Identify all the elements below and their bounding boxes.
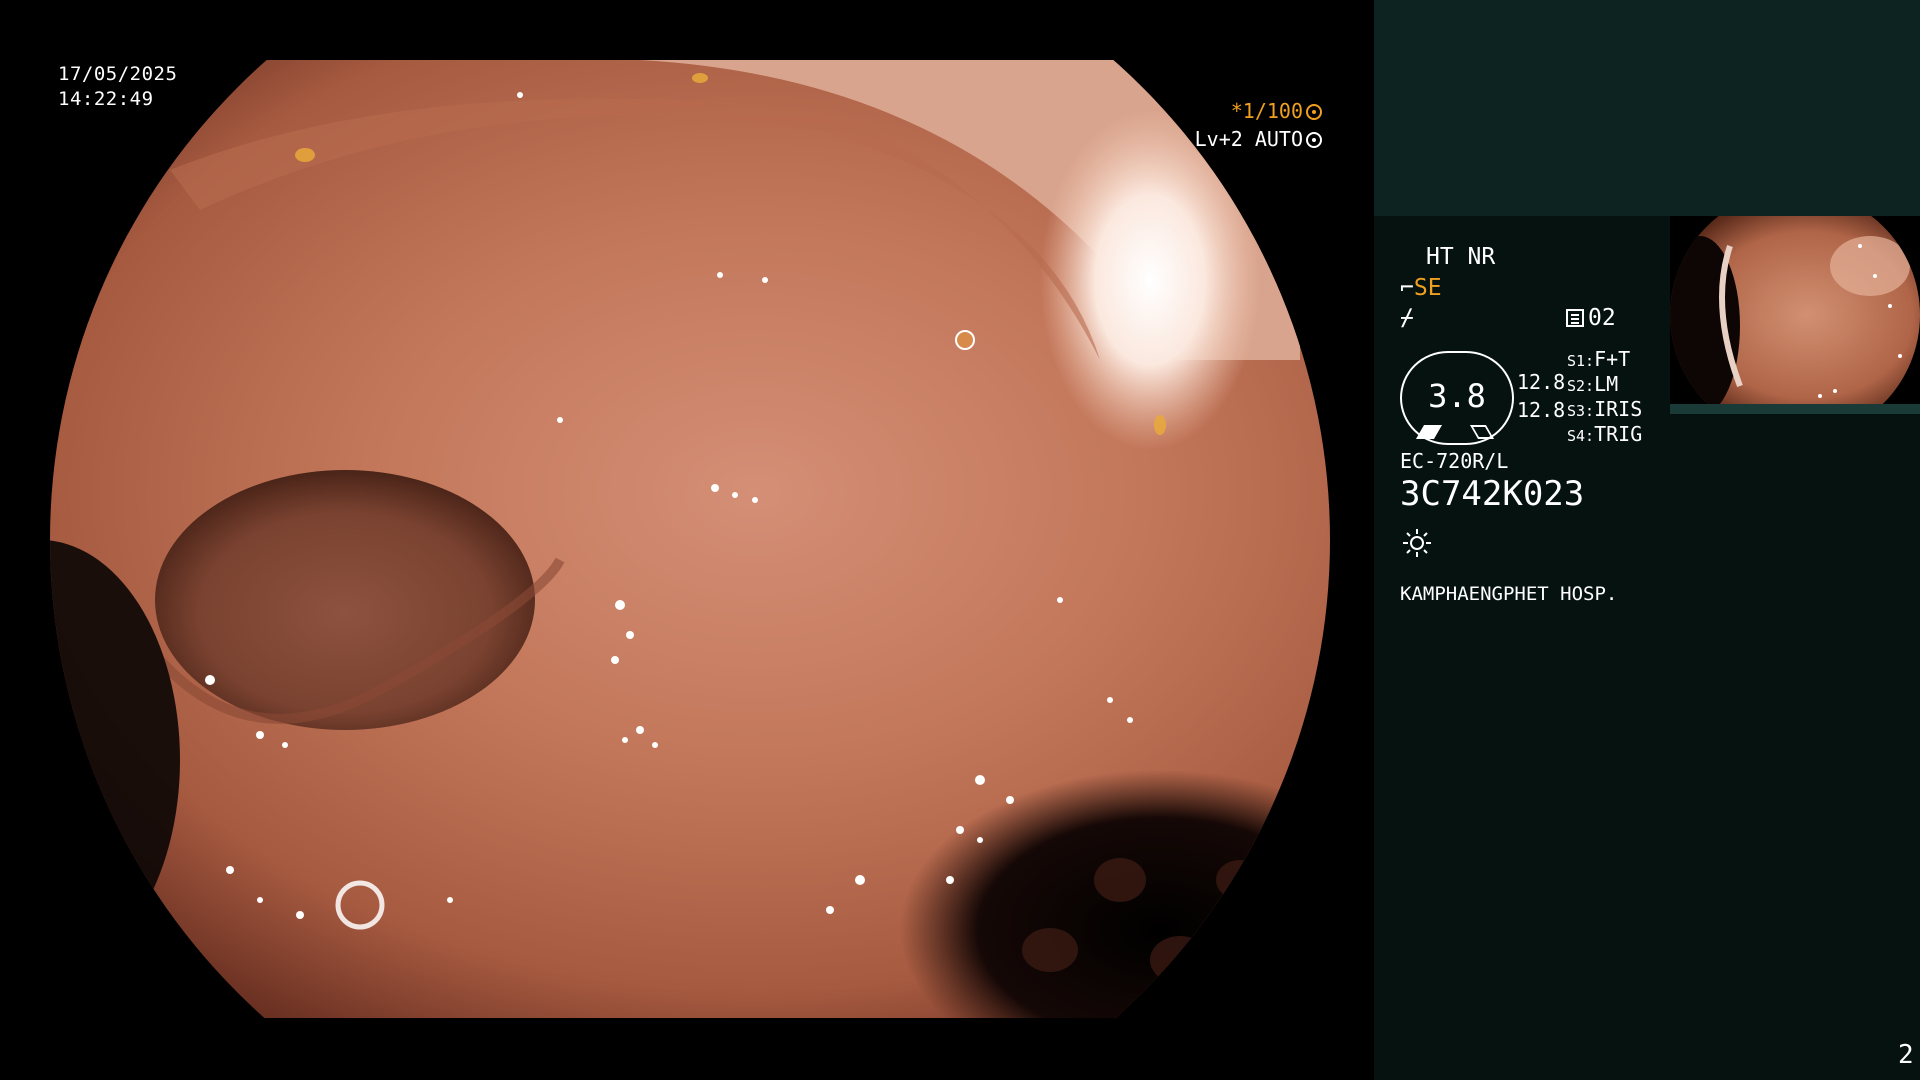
scope-model: EC-720R/L xyxy=(1400,449,1509,473)
switch-s1: S1:F+T xyxy=(1567,347,1630,371)
light-level-value: Lv+2 AUTO xyxy=(1194,127,1303,151)
switch-key: S4: xyxy=(1567,427,1595,445)
se-label: SE xyxy=(1413,275,1442,301)
enhancement-indicator: ⌿ xyxy=(1400,305,1414,331)
record-count-value: 02 xyxy=(1588,305,1616,331)
magnification-indicator: 3.8 xyxy=(1400,351,1514,445)
switch-value: TRIG xyxy=(1594,422,1643,446)
magnification-value: 3.8 xyxy=(1428,377,1486,415)
switch-s4: S4:TRIG xyxy=(1567,422,1642,446)
record-list-icon xyxy=(1566,309,1584,327)
switch-value: IRIS xyxy=(1594,397,1643,421)
switch-s2: S2:LM xyxy=(1567,372,1618,396)
light-level: Lv+2 AUTO xyxy=(1195,127,1322,151)
thumbnail-image[interactable] xyxy=(1670,216,1920,414)
magnification-marker-outline xyxy=(1469,425,1495,439)
shutter-speed: *1/100 xyxy=(1231,99,1322,123)
target-icon xyxy=(1306,132,1322,148)
thumbnail-graphic xyxy=(1670,216,1920,414)
ht-nr-label: HT NR xyxy=(1426,244,1496,270)
shutter-speed-value: *1/100 xyxy=(1230,99,1303,123)
endoscopic-image xyxy=(50,0,1330,1080)
switch-key: S3: xyxy=(1567,402,1595,420)
hospital-name: KAMPHAENGPHET HOSP. xyxy=(1400,583,1618,605)
value-1: 12.8 xyxy=(1517,370,1566,394)
time-display: 14:22:49 xyxy=(58,88,154,110)
se-indicator: ⌐SE xyxy=(1400,275,1442,301)
scope-tip-icon: ⌐ xyxy=(1400,275,1414,301)
panel-header-area xyxy=(1374,0,1920,216)
date-display: 17/05/2025 xyxy=(58,63,178,85)
thumbnail-caption-bar xyxy=(1670,404,1920,414)
value-2: 12.8 xyxy=(1517,398,1566,422)
switch-value: LM xyxy=(1594,372,1619,396)
switch-key: S1: xyxy=(1567,352,1595,370)
aperture-icon xyxy=(1306,104,1322,120)
switch-s3: S3:IRIS xyxy=(1567,397,1642,421)
sun-icon xyxy=(1403,529,1431,557)
info-panel: HT NR ⌐SE ⌿ 02 3.8 12.8 12.8 S1:F+T S2:L… xyxy=(1374,0,1920,1080)
switch-key: S2: xyxy=(1567,377,1595,395)
switch-value: F+T xyxy=(1594,347,1631,371)
page-number: 2 xyxy=(1898,1040,1914,1070)
endoscope-view: 17/05/2025 14:22:49 *1/100 Lv+2 AUTO xyxy=(0,0,1374,1080)
scope-serial: 3C742K023 xyxy=(1400,474,1585,514)
magnification-marker-filled xyxy=(1415,425,1443,439)
record-count: 02 xyxy=(1566,305,1616,331)
